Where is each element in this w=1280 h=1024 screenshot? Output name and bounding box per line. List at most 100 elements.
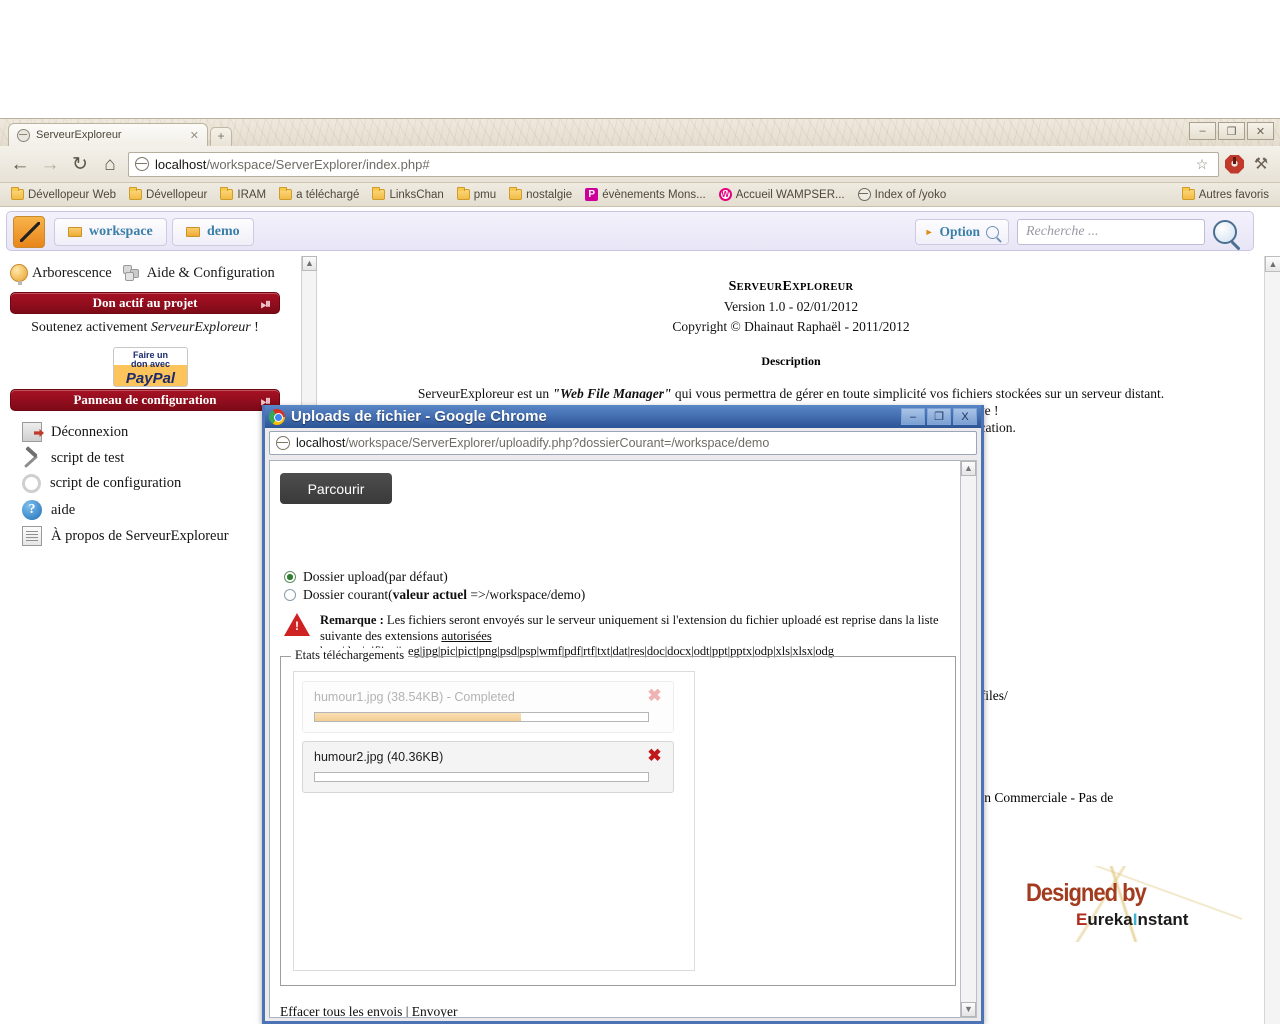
help-icon: ? [22, 500, 42, 520]
search-submit-icon[interactable] [1213, 220, 1237, 244]
adblock-icon[interactable] [1225, 155, 1244, 174]
sidebar-item-label: aide [51, 502, 75, 519]
remove-upload-icon[interactable]: ✖ [646, 687, 663, 704]
wrench-menu-icon[interactable]: ⚒ [1250, 154, 1272, 174]
address-bar[interactable]: localhost/workspace/ServerExplorer/index… [128, 152, 1219, 177]
bookmark-label: Dévellopeur [146, 189, 207, 201]
new-tab-button[interactable]: + [210, 127, 232, 146]
toolbar-right-group: ► Option Recherche ... [915, 218, 1237, 246]
breadcrumb-label: workspace [89, 224, 153, 240]
option-button[interactable]: ► Option [915, 219, 1009, 245]
sidebar-item-script-de-test[interactable]: script de test [22, 448, 124, 468]
radio-button-unselected[interactable] [284, 589, 296, 601]
bookmark-item[interactable]: nostalgie [504, 188, 577, 202]
app-logo-icon[interactable] [13, 216, 45, 248]
scroll-up-icon[interactable]: ▲ [1265, 256, 1280, 272]
bookmark-item[interactable]: a téléchargé [274, 188, 364, 202]
breadcrumb-label: demo [207, 224, 240, 240]
upload-dialog-url: localhost/workspace/ServerExplorer/uploa… [296, 436, 769, 450]
upload-dialog-title: Uploads de fichier - Google Chrome [291, 408, 547, 425]
sidebar-item-a-propos[interactable]: À propos de ServeurExploreur [22, 526, 229, 546]
radio-label-a: Dossier courant( [303, 587, 393, 602]
bookmark-label: LinksChan [389, 189, 443, 201]
upload-status-fieldset: Etats téléchargements humour1.jpg (38.54… [280, 656, 956, 986]
home-icon[interactable]: ⌂ [98, 155, 122, 174]
config-panel-title: Panneau de configuration [73, 392, 216, 408]
remove-upload-icon[interactable]: ✖ [646, 747, 663, 764]
fieldset-legend: Etats téléchargements [291, 648, 408, 663]
browser-tab[interactable]: ServeurExploreur ✕ [8, 123, 208, 146]
other-bookmarks-button[interactable]: Autres favoris [1177, 188, 1274, 202]
breadcrumb-demo[interactable]: demo [172, 218, 254, 246]
folder-icon [457, 189, 470, 200]
radio-button-selected[interactable] [284, 571, 296, 583]
config-panel-header[interactable]: Panneau de configuration ⏯ [10, 389, 280, 411]
maximize-button[interactable]: ❐ [927, 408, 951, 425]
upload-progress-fill [315, 713, 521, 721]
remark-bold: Remarque : [320, 613, 384, 627]
upload-dialog-address-bar[interactable]: localhost/workspace/ServerExplorer/uploa… [269, 431, 977, 455]
clear-uploads-link[interactable]: Effacer tous les envois [280, 1004, 402, 1018]
reload-icon[interactable]: ↻ [68, 155, 92, 174]
sidebar-item-aide-configuration[interactable]: Aide & Configuration [147, 265, 275, 282]
radio-dossier-courant[interactable]: Dossier courant(valeur actuel =>/workspa… [284, 587, 585, 603]
about-icon [22, 526, 42, 546]
bookmark-item[interactable]: Dévellopeur [124, 188, 212, 202]
minimize-button[interactable]: – [1189, 122, 1216, 140]
sidebar-item-label: Déconnexion [51, 424, 128, 441]
bookmark-item[interactable]: LinksChan [367, 188, 448, 202]
instant-rest: nstant [1137, 910, 1188, 929]
eureka-rest: ureka [1087, 910, 1132, 929]
close-button[interactable]: X [953, 408, 977, 425]
browse-button[interactable]: Parcourir [280, 473, 392, 504]
globe-icon [858, 188, 871, 201]
sidebar-item-arborescence[interactable]: Arborescence [32, 265, 112, 282]
address-host: localhost [155, 157, 206, 172]
folder-icon [1182, 189, 1195, 200]
collapse-icon[interactable]: ⏯ [260, 296, 272, 312]
send-uploads-link[interactable]: Envoyer [412, 1004, 458, 1018]
p-icon: P [585, 188, 598, 201]
page-scrollbar[interactable]: ▲ ▼ [1264, 256, 1280, 1024]
close-button[interactable]: ✕ [1247, 122, 1274, 140]
sidebar: Arborescence Aide & Configuration Don ac… [0, 256, 302, 1024]
support-prefix: Soutenez activement [31, 320, 151, 335]
search-input[interactable]: Recherche ... [1017, 219, 1205, 245]
sidebar-item-aide[interactable]: ? aide [22, 500, 75, 520]
upload-dialog-body: Parcourir Dossier upload(par défaut) Dos… [269, 460, 967, 1018]
upload-queue-item: humour2.jpg (40.36KB) ✖ [302, 741, 674, 793]
folder-icon [11, 189, 24, 200]
title-cap-s: S [729, 279, 737, 294]
bookmark-item[interactable]: Index of /yoko [853, 187, 952, 202]
upload-dialog-window-controls: – ❐ X [901, 408, 977, 425]
sidebar-item-label: À propos de ServeurExploreur [51, 528, 229, 545]
sidebar-item-deconnexion[interactable]: Déconnexion [22, 422, 128, 442]
bookmark-star-icon[interactable]: ☆ [1192, 156, 1212, 173]
paypal-donate-button[interactable]: Faire un don avec PayPal [113, 347, 188, 387]
bookmark-item[interactable]: pmu [452, 188, 501, 202]
browser-titlebar: ServeurExploreur ✕ + – ❐ ✕ [0, 119, 1280, 146]
bookmark-item[interactable]: IRAM [215, 188, 271, 202]
maximize-button[interactable]: ❐ [1218, 122, 1245, 140]
donation-header[interactable]: Don actif au projet ⏯ [10, 292, 280, 314]
upload-queue-item: humour1.jpg (38.54KB) - Completed ✖ [302, 681, 674, 733]
scroll-up-icon[interactable]: ▲ [302, 256, 317, 271]
close-icon[interactable]: ✕ [190, 129, 199, 142]
remark-text: Remarque : Les fichiers seront envoyés s… [320, 613, 956, 660]
back-icon[interactable]: ← [8, 155, 32, 174]
minimize-button[interactable]: – [901, 408, 925, 425]
chrome-icon [269, 409, 285, 425]
radio-dossier-upload[interactable]: Dossier upload(par défaut) [284, 569, 448, 585]
sidebar-item-script-de-configuration[interactable]: script de configuration [22, 474, 181, 493]
url-path: /workspace/ServerExplorer/uploadify.php?… [345, 436, 769, 450]
scroll-up-icon[interactable]: ▲ [961, 461, 976, 476]
bookmark-item[interactable]: Pévènements Mons... [580, 187, 711, 202]
scroll-down-icon[interactable]: ▼ [961, 1002, 976, 1017]
breadcrumb-workspace[interactable]: workspace [54, 218, 167, 246]
paypal-line-2: don avec [114, 360, 187, 369]
bookmark-item[interactable]: WAccueil WAMPSER... [714, 187, 850, 202]
folder-icon [129, 189, 142, 200]
upload-dialog-scrollbar[interactable]: ▲ ▼ [960, 460, 977, 1018]
forward-icon[interactable]: → [38, 155, 62, 174]
bookmark-item[interactable]: Dévellopeur Web [6, 188, 121, 202]
